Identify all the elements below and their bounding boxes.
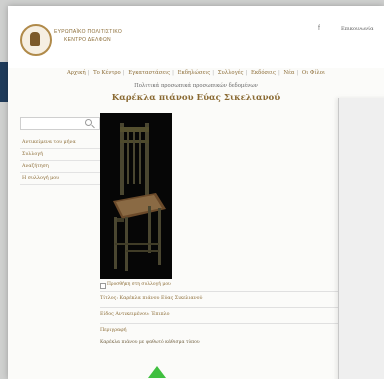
sidebar-item-objects-of-month[interactable]: Αντικείμενα του μήνα — [20, 137, 100, 149]
site-logo-icon[interactable] — [20, 24, 52, 56]
search-icon[interactable] — [85, 119, 92, 126]
nav-separator: | — [296, 70, 299, 76]
nav-separator: | — [277, 70, 280, 76]
add-to-collection-label[interactable]: Προσθήκη στη συλλογή μου — [107, 282, 171, 287]
sidebar-menu: Αντικείμενα του μήνα Συλλογή Αναζήτηση Η… — [20, 137, 100, 185]
nav-separator: | — [172, 70, 174, 76]
sidebar-item-my-collection[interactable]: Η συλλογή μου — [20, 173, 100, 185]
description-text: Καρέκλα πιάνου με ψαθωτό κάθισμα τύπου — [100, 340, 200, 345]
page-title: Καρέκλα πιάνου Εύας Σικελιανού — [111, 93, 281, 103]
sidebar-item-search[interactable]: Αναζήτηση — [20, 161, 100, 173]
item-title-row: Τίτλος: Καρέκλα πιάνου Εύας Σικελιανού — [100, 291, 340, 306]
nav-publications[interactable]: Εκδόσεις — [251, 70, 276, 76]
web-page: ΕΥΡΩΠΑΪΚΟ ΠΟΛΙΤΙΣΤΙΚΟ ΚΕΝΤΡΟ ΔΕΛΦΩΝ f Επ… — [8, 6, 384, 379]
item-type-row: Είδος Αντικειμένου: Έπιπλο — [100, 307, 340, 322]
nav-separator: | — [87, 70, 90, 76]
nav-collections[interactable]: Συλλογές — [218, 70, 244, 76]
description-heading: Περιγραφή — [100, 323, 340, 338]
nav-news[interactable]: Νέα — [283, 70, 294, 76]
facebook-icon[interactable]: f — [318, 25, 320, 32]
chair-photo[interactable] — [100, 113, 172, 279]
page-subtitle[interactable]: Πολιτικά προσωπικά προσωπικών δεδομένων — [8, 83, 384, 89]
org-name-line1: ΕΥΡΩΠΑΪΚΟ ΠΟΛΙΤΙΣΤΙΚΟ — [54, 29, 123, 35]
nav-events[interactable]: Εκδηλώσεις — [178, 70, 211, 76]
overlay-panel — [338, 98, 384, 379]
org-name-line2: ΚΕΝΤΡΟ ΔΕΛΦΩΝ — [64, 37, 111, 43]
nav-center[interactable]: Το Κέντρο — [93, 70, 121, 76]
nav-friends[interactable]: Οι Φίλοι — [302, 70, 325, 76]
main-navigation: Αρχική | Το Κέντρο | Εγκαταστάσεις | Εκδηλώ… — [8, 70, 384, 76]
sidebar-item-collection[interactable]: Συλλογή — [20, 149, 100, 161]
nav-home[interactable]: Αρχική — [67, 70, 86, 76]
nav-separator: | — [245, 70, 248, 76]
nav-separator: | — [212, 70, 215, 76]
green-arrow-icon — [148, 366, 166, 378]
add-to-collection-checkbox[interactable] — [100, 283, 106, 289]
site-header: ΕΥΡΩΠΑΪΚΟ ΠΟΛΙΤΙΣΤΙΚΟ ΚΕΝΤΡΟ ΔΕΛΦΩΝ f Επ… — [8, 6, 384, 68]
contact-link[interactable]: Επικοινωνία — [341, 26, 374, 32]
nav-separator: | — [122, 70, 125, 76]
nav-facilities[interactable]: Εγκαταστάσεις — [128, 70, 170, 76]
chair-image — [100, 113, 172, 279]
